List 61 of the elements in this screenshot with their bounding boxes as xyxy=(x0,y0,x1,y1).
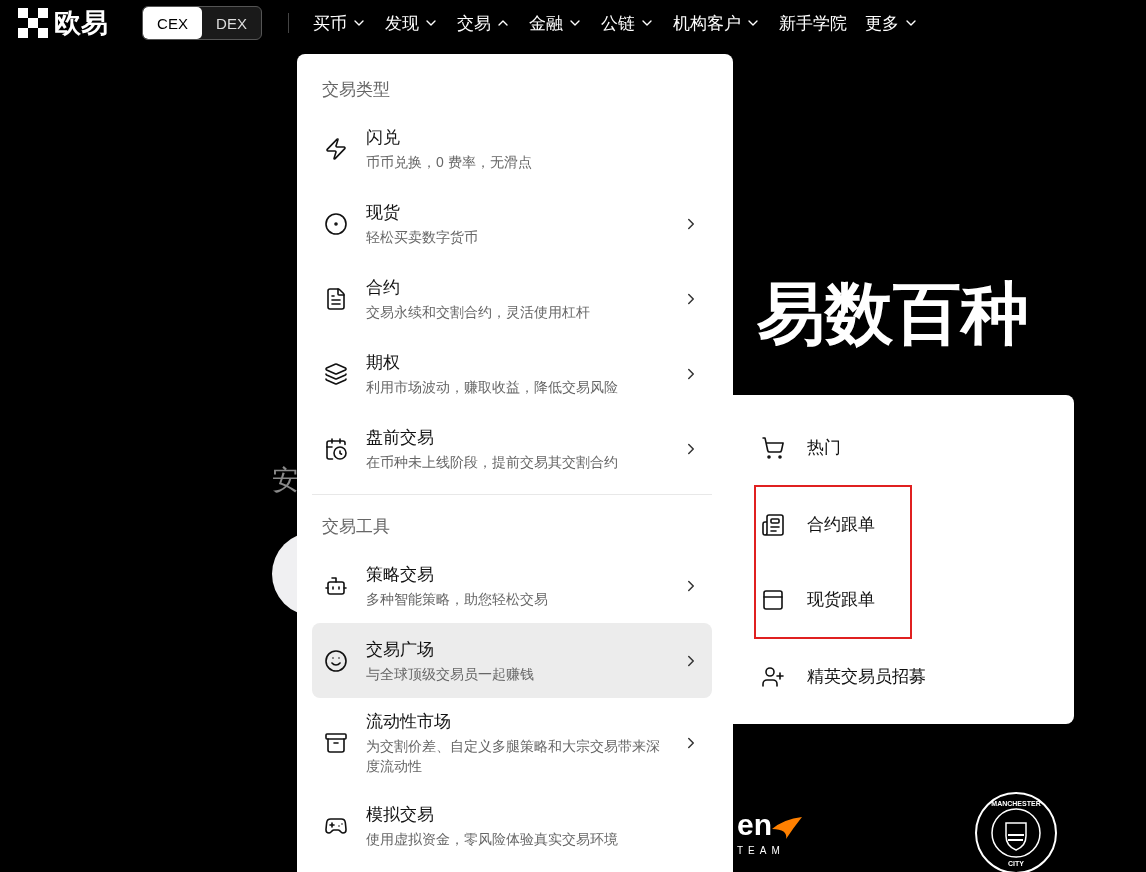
menu-item[interactable]: 现货 轻松买卖数字货币 xyxy=(312,186,712,261)
lightning-icon xyxy=(324,136,348,161)
mode-tab[interactable]: CEX xyxy=(143,7,202,39)
section-title: 交易类型 xyxy=(321,79,391,101)
menu-item[interactable]: 期权 利用市场波动，赚取收益，降低交易风险 xyxy=(312,336,712,411)
menu-item-description: 在币种未上线阶段，提前交易其交割合约 xyxy=(366,452,619,472)
menu-item-title: 合约 xyxy=(366,276,401,299)
menu-item-title: 模拟交易 xyxy=(366,803,435,826)
nav-link[interactable]: 更多 xyxy=(865,11,919,35)
menu-item-title: 现货 xyxy=(366,201,401,224)
panel-icon xyxy=(761,587,785,612)
nav-link[interactable]: 发现 xyxy=(385,11,439,35)
layers-icon xyxy=(324,361,348,386)
menu-item-title: 期权 xyxy=(366,351,401,374)
menu-item-description: 轻松买卖数字货币 xyxy=(366,227,479,247)
partner-caption: TEAM xyxy=(737,844,786,856)
menu-item-title: 盘前交易 xyxy=(366,426,435,449)
menu-item-description: 为交割价差、自定义多腿策略和大宗交易带来深度流动性 xyxy=(366,737,661,776)
smile-icon xyxy=(324,648,348,673)
menu-item-description: 与全球顶级交易员一起赚钱 xyxy=(366,664,535,684)
menu-item[interactable]: 模拟交易 使用虚拟资金，零风险体验真实交易环境 xyxy=(312,788,712,863)
submenu-item[interactable]: 现货跟单 xyxy=(756,562,910,637)
menu-item-description: 使用虚拟资金，零风险体验真实交易环境 xyxy=(366,829,619,849)
nav-link[interactable]: 公链 xyxy=(601,11,655,35)
menu-item[interactable]: 交易广场 与全球顶级交易员一起赚钱 xyxy=(312,623,712,698)
menu-item-description: 多种智能策略，助您轻松交易 xyxy=(366,589,549,609)
nav-link[interactable]: 新手学院 xyxy=(779,11,847,35)
menu-item[interactable]: 闪兑 币币兑换，0 费率，无滑点 xyxy=(312,111,712,186)
menu-item[interactable]: 流动性市场 为交割价差、自定义多腿策略和大宗交易带来深度流动性 xyxy=(312,698,712,788)
menu-item-description: 利用市场波动，赚取收益，降低交易风险 xyxy=(366,377,619,397)
menu-item-title: 流动性市场 xyxy=(366,711,452,733)
user-plus-icon xyxy=(761,664,785,689)
menu-item-title: 闪兑 xyxy=(366,126,401,149)
section-title: 交易工具 xyxy=(321,516,391,538)
menu-item[interactable]: 策略交易 多种智能策略，助您轻松交易 xyxy=(312,548,712,623)
submenu-item[interactable]: 精英交易员招募 xyxy=(754,639,1074,714)
mode-tab[interactable]: DEX xyxy=(202,7,261,39)
menu-item[interactable]: 盘前交易 在币种未上线阶段，提前交易其交割合约 xyxy=(312,411,712,486)
brand-name: 欧易 xyxy=(54,7,108,40)
submenu-item[interactable]: 热门 xyxy=(754,410,1074,485)
nav-link[interactable]: 金融 xyxy=(529,11,583,35)
hero-subtitle: 安 xyxy=(272,464,299,497)
nav-link[interactable]: 机构客户 xyxy=(673,11,761,35)
nav-link[interactable]: 买币 xyxy=(313,11,367,35)
box-icon xyxy=(324,731,348,755)
calendar-icon xyxy=(324,436,348,461)
newspaper-icon xyxy=(761,512,785,537)
partner-logo: en xyxy=(737,810,772,839)
menu-item-title: 策略交易 xyxy=(366,563,435,586)
cart-icon xyxy=(761,435,785,460)
swoosh-icon xyxy=(772,816,802,839)
menu-item[interactable]: 合约 交易永续和交割合约，灵活使用杠杆 xyxy=(312,261,712,336)
nav-link[interactable]: 交易 xyxy=(457,11,511,35)
submenu-item[interactable]: 合约跟单 xyxy=(756,487,910,562)
menu-item-description: 币币兑换，0 费率，无滑点 xyxy=(366,152,533,172)
menu-item-title: 交易广场 xyxy=(366,638,435,661)
logo-icon xyxy=(18,8,48,38)
hero-heading: 易数百种 xyxy=(757,276,1029,350)
document-icon xyxy=(324,286,348,311)
menu-item-description: 交易永续和交割合约，灵活使用杠杆 xyxy=(366,302,591,322)
target-icon xyxy=(324,211,348,236)
